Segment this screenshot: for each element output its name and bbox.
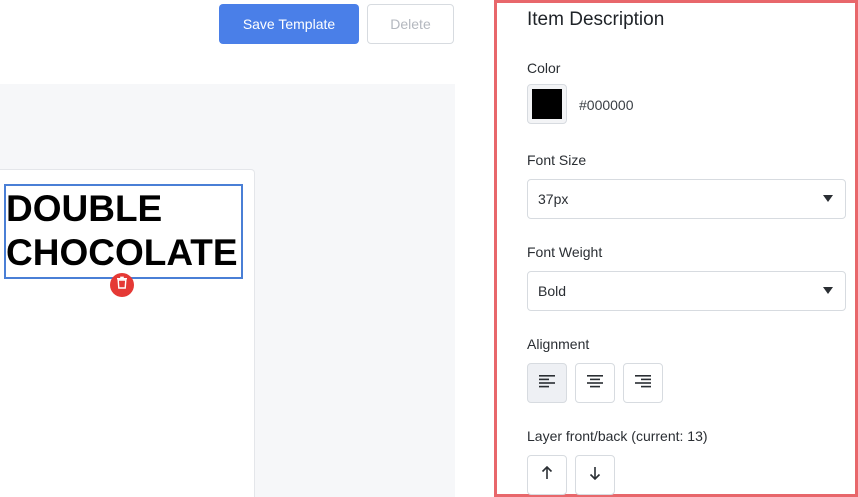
color-swatch [532,89,562,119]
chevron-down-icon [823,287,833,294]
color-hex-value: #000000 [579,97,634,113]
canvas-area[interactable]: DOUBLE CHOCOLATE [0,84,455,497]
text-line-1: DOUBLE [6,188,163,229]
arrow-down-icon [589,466,601,485]
template-card[interactable]: DOUBLE CHOCOLATE [0,169,255,497]
trash-icon [116,276,128,294]
save-template-button[interactable]: Save Template [219,4,359,44]
color-swatch-button[interactable] [527,84,567,124]
arrow-up-icon [541,465,553,485]
layer-label: Layer front/back (current: 13) [527,428,708,444]
font-size-select[interactable]: 37px [527,179,846,219]
bring-forward-button[interactable] [527,455,567,495]
text-line-2: CHOCOLATE [6,232,238,273]
font-weight-select[interactable]: Bold [527,271,846,311]
send-backward-button[interactable] [575,455,615,495]
font-size-label: Font Size [527,152,587,168]
align-left-icon [539,374,555,393]
panel-title: Item Description [527,9,665,30]
delete-element-button[interactable] [110,273,134,297]
align-center-button[interactable] [575,363,615,403]
align-right-button[interactable] [623,363,663,403]
font-weight-label: Font Weight [527,244,603,260]
selected-text-element[interactable]: DOUBLE CHOCOLATE [4,184,243,279]
font-weight-value: Bold [538,283,567,299]
font-size-value: 37px [538,191,569,207]
delete-button[interactable]: Delete [367,4,454,44]
alignment-label: Alignment [527,336,590,352]
properties-panel: Item Description Color #000000 Font Size… [494,0,858,497]
editor-screen: Save Template Delete DOUBLE CHOCOLATE It… [0,0,858,497]
align-left-button[interactable] [527,363,567,403]
align-center-icon [587,374,603,393]
align-right-icon [635,374,651,393]
color-label: Color [527,60,561,76]
chevron-down-icon [823,195,833,202]
